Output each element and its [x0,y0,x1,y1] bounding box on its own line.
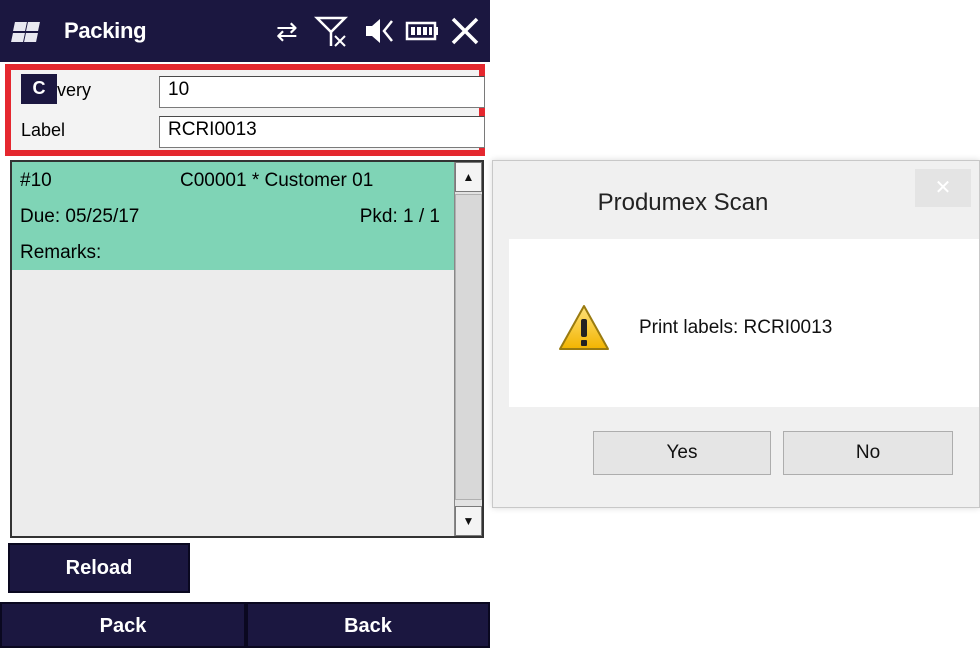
scroll-up-icon[interactable]: ▲ [455,162,482,192]
list-item[interactable]: #10 C00001 * Customer 01 Due: 05/25/17 P… [12,162,454,270]
delivery-input[interactable]: 10 [159,76,485,108]
delivery-list[interactable]: #10 C00001 * Customer 01 Due: 05/25/17 P… [10,160,484,538]
warning-icon [557,303,611,353]
dialog-message: Print labels: RCRI0013 [639,317,833,338]
volume-icon[interactable] [362,14,396,56]
pack-button[interactable]: Pack [0,602,246,648]
mobile-device-screen: Packing ⇄ very C 10 Label RCRI0013 #10 C… [0,0,490,648]
customer-name: C00001 * Customer 01 [180,170,374,191]
packed-count: Pkd: 1 / 1 [359,206,440,227]
due-date: Due: 05/25/17 [20,206,140,227]
doc-number: #10 [20,170,52,191]
yes-button[interactable]: Yes [593,431,771,475]
scroll-down-icon[interactable]: ▼ [455,506,482,536]
windows-logo-icon[interactable] [11,22,40,44]
c-badge[interactable]: C [21,74,57,104]
label-input[interactable]: RCRI0013 [159,116,485,148]
scan-input-region: very C 10 Label RCRI0013 [5,64,485,156]
dialog-body: Print labels: RCRI0013 [509,239,979,407]
battery-icon [404,14,440,56]
app-title: Packing [64,18,147,43]
title-bar: Packing ⇄ [0,0,490,62]
delivery-label: very [57,80,92,100]
remarks: Remarks: [20,242,102,263]
dialog-title: Produmex Scan [597,189,769,216]
back-button[interactable]: Back [246,602,490,648]
no-signal-icon [313,14,349,56]
confirm-dialog: Produmex Scan ✕ Print labels: RCRI0013 Y… [492,160,980,508]
label-field-label: Label [21,120,66,140]
no-button[interactable]: No [783,431,953,475]
reload-button[interactable]: Reload [8,543,190,593]
close-icon[interactable] [448,14,482,56]
scrollbar[interactable]: ▲ ▼ [454,162,482,536]
dialog-close-button[interactable]: ✕ [915,169,971,207]
scroll-thumb[interactable] [455,194,482,500]
sync-arrows-icon: ⇄ [276,16,298,46]
